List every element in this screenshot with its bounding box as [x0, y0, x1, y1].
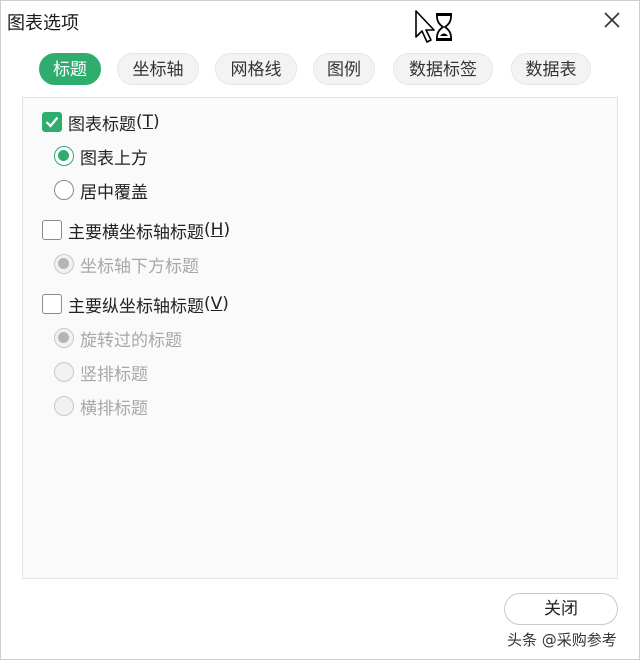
chart-title-hotkey: T: [142, 112, 154, 132]
h-axis-title-hotkey: H: [210, 220, 224, 240]
title-options-panel: 图表标题(T) 图表上方 居中覆盖 主要横坐标轴标题(H) 坐标轴下方标题 主要…: [22, 97, 618, 579]
radio-rotated-title-label: 旋转过的标题: [80, 330, 182, 351]
tab-data-labels[interactable]: 数据标签: [393, 53, 493, 85]
watermark-text: 头条 @采购参考: [507, 631, 617, 649]
checkmark-icon: [45, 116, 59, 128]
chart-title-checkbox-row[interactable]: 图表标题(T): [42, 109, 160, 135]
radio-vertical-title-button: [54, 362, 74, 382]
radio-centered-overlay[interactable]: 居中覆盖: [54, 177, 148, 203]
busy-cursor-icon: [415, 10, 452, 43]
chart-title-label: 图表标题: [68, 114, 136, 135]
radio-below-axis-label: 坐标轴下方标题: [80, 256, 199, 277]
title-bar: 图表选项: [1, 1, 639, 43]
radio-above-chart-label: 图表上方: [80, 148, 148, 169]
radio-vertical-title: 竖排标题: [54, 359, 148, 385]
radio-rotated-title-button: [54, 328, 74, 348]
radio-above-chart-button[interactable]: [54, 146, 74, 166]
h-axis-title-checkbox-row[interactable]: 主要横坐标轴标题(H): [42, 217, 230, 243]
chart-options-dialog: 图表选项 标题 坐标轴 网格线 图例 数据标签 数据表 图表标题(T) 图表上方…: [0, 0, 640, 660]
tab-gridlines[interactable]: 网格线: [215, 53, 297, 85]
radio-above-chart[interactable]: 图表上方: [54, 143, 148, 169]
radio-vertical-title-label: 竖排标题: [80, 364, 148, 385]
radio-rotated-title: 旋转过的标题: [54, 325, 182, 351]
v-axis-title-label: 主要纵坐标轴标题: [68, 296, 204, 317]
radio-horizontal-title: 横排标题: [54, 393, 148, 419]
v-axis-title-hotkey: V: [210, 294, 223, 314]
radio-centered-overlay-button[interactable]: [54, 180, 74, 200]
h-axis-title-label: 主要横坐标轴标题: [68, 222, 204, 243]
v-axis-title-checkbox-row[interactable]: 主要纵坐标轴标题(V): [42, 291, 229, 317]
close-icon[interactable]: [599, 7, 625, 33]
radio-below-axis-button: [54, 254, 74, 274]
dialog-title: 图表选项: [7, 13, 79, 34]
h-axis-title-checkbox[interactable]: [42, 220, 62, 240]
v-axis-title-checkbox[interactable]: [42, 294, 62, 314]
radio-centered-overlay-label: 居中覆盖: [80, 182, 148, 203]
radio-horizontal-title-label: 横排标题: [80, 398, 148, 419]
chart-title-checkbox[interactable]: [42, 112, 62, 132]
tab-legend[interactable]: 图例: [313, 53, 375, 85]
tab-title[interactable]: 标题: [39, 53, 101, 85]
radio-horizontal-title-button: [54, 396, 74, 416]
tab-data-table[interactable]: 数据表: [511, 53, 591, 85]
tab-axis[interactable]: 坐标轴: [117, 53, 199, 85]
radio-below-axis: 坐标轴下方标题: [54, 251, 199, 277]
close-button[interactable]: 关闭: [504, 593, 618, 625]
